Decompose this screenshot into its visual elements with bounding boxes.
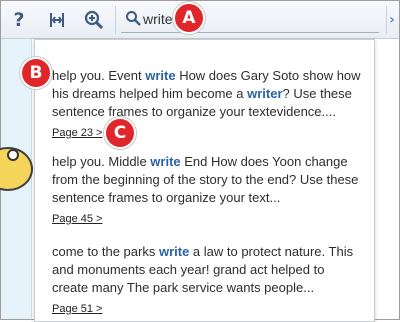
keyword-highlight: write <box>145 68 176 83</box>
result-snippet: come to the parks write a law to protect… <box>52 244 354 295</box>
result-snippet: help you. Middle write End How does Yoon… <box>52 154 359 205</box>
keyword-highlight: writer <box>247 86 283 101</box>
keyword-highlight: write <box>158 244 190 259</box>
search-icon <box>126 11 141 26</box>
page-link[interactable]: Page 45 > <box>52 213 102 225</box>
search-result: help you. Event write How does Gary Soto… <box>52 67 362 141</box>
search-box[interactable] <box>121 6 379 33</box>
page-link[interactable]: Page 23 > <box>52 127 102 139</box>
panel-pointer <box>136 40 155 49</box>
result-snippet: help you. Event write How does Gary Soto… <box>52 68 361 119</box>
page-link[interactable]: Page 51 > <box>52 303 102 315</box>
search-result: come to the parks write a law to protect… <box>52 243 362 317</box>
toolbar-divider-right <box>386 6 387 34</box>
search-results-panel: help you. Event write How does Gary Soto… <box>34 39 375 322</box>
search-result: help you. Middle write End How does Yoon… <box>52 153 362 227</box>
callout-marker-b: B <box>20 57 52 89</box>
illustration-bird-eye <box>7 149 19 161</box>
question-mark-icon: ? <box>13 9 25 31</box>
help-button[interactable]: ? <box>6 7 32 33</box>
keyword-highlight: write <box>150 154 181 169</box>
toolbar-divider <box>115 6 116 34</box>
callout-marker-c: C <box>104 117 136 149</box>
callout-marker-a: A <box>173 2 205 34</box>
toolbar-overflow-icon[interactable]: › <box>389 7 399 33</box>
zoom-in-icon <box>84 10 104 30</box>
fit-width-button[interactable] <box>44 7 70 33</box>
zoom-in-button[interactable] <box>81 7 107 33</box>
fit-width-icon <box>50 13 64 27</box>
